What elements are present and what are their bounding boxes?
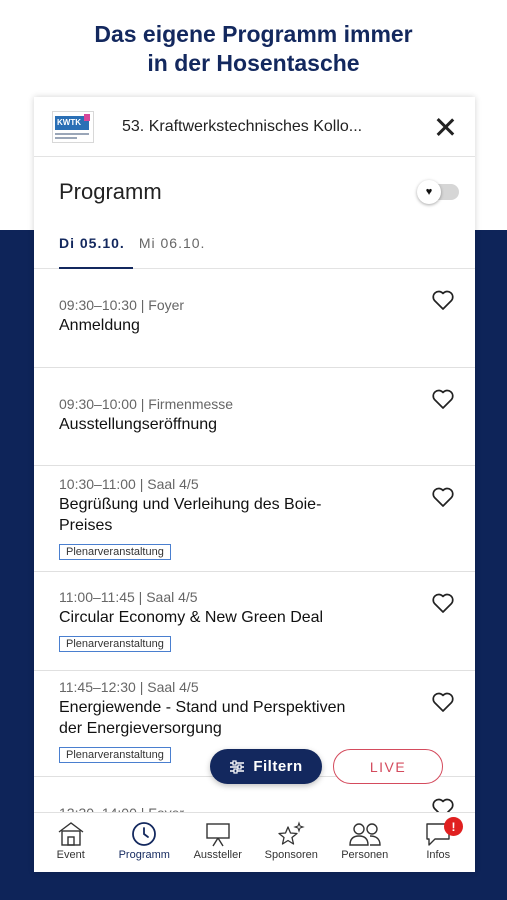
bottom-navigation: Event Programm Aussteller Sponsoren Pers… <box>34 812 475 872</box>
nav-item-infos[interactable]: ! Infos <box>402 813 476 872</box>
tab-day-1[interactable]: Di 05.10. <box>59 227 133 269</box>
heart-icon[interactable] <box>431 486 455 508</box>
live-button[interactable]: LIVE <box>333 749 443 784</box>
sliders-icon <box>230 759 245 774</box>
nav-label: Infos <box>426 849 451 861</box>
session-type-badge: Plenarveranstaltung <box>59 636 171 652</box>
heart-icon[interactable] <box>431 691 455 713</box>
notification-badge: ! <box>444 817 463 836</box>
session-title: Circular Economy & New Green Deal <box>59 609 324 626</box>
promo-headline: Das eigene Programm immer in der Hosenta… <box>0 20 507 78</box>
stars-icon <box>278 821 305 845</box>
list-item[interactable]: 09:30–10:00 | Firmenmesse Ausstellungser… <box>34 368 475 466</box>
session-title: Ausstellungseröffnung <box>59 416 218 433</box>
session-title: Energiewende - Stand und Perspektiven de… <box>59 699 346 737</box>
nav-label: Personen <box>341 849 389 861</box>
list-item[interactable]: 11:00–11:45 | Saal 4/5 Circular Economy … <box>34 572 475 671</box>
presentation-board-icon <box>206 823 230 847</box>
session-type-badge: Plenarveranstaltung <box>59 747 171 763</box>
nav-label: Aussteller <box>193 849 242 861</box>
nav-label: Sponsoren <box>264 849 318 861</box>
nav-label: Event <box>56 849 85 861</box>
filter-button[interactable]: Filtern <box>210 749 322 784</box>
clock-icon <box>132 822 157 846</box>
heart-icon: ♥ <box>417 180 441 204</box>
app-header: KWTK 53. Kraftwerkstechnisches Kollo... <box>34 97 475 157</box>
heart-icon[interactable] <box>431 289 455 311</box>
tab-day-2[interactable]: Mi 06.10. <box>139 227 206 268</box>
people-icon <box>349 823 381 846</box>
filter-label: Filtern <box>253 758 303 775</box>
list-item[interactable]: 09:30–10:30 | Foyer Anmeldung <box>34 269 475 368</box>
nav-item-event[interactable]: Event <box>34 813 108 872</box>
heart-icon[interactable] <box>431 388 455 410</box>
headline-line-2: in der Hosentasche <box>147 50 360 76</box>
nav-label: Programm <box>118 849 170 861</box>
nav-item-aussteller[interactable]: Aussteller <box>181 813 255 872</box>
session-meta: 10:30–11:00 | Saal 4/5 <box>59 476 199 492</box>
page-title: Programm <box>59 179 162 204</box>
day-tabs: Di 05.10. Mi 06.10. <box>34 227 475 269</box>
nav-item-sponsoren[interactable]: Sponsoren <box>255 813 329 872</box>
conference-title: 53. Kraftwerkstechnisches Kollo... <box>122 117 363 135</box>
heart-icon[interactable] <box>431 592 455 614</box>
favorites-toggle[interactable]: ♥ <box>417 180 459 204</box>
session-type-badge: Plenarveranstaltung <box>59 544 171 560</box>
headline-line-1: Das eigene Programm immer <box>94 21 413 47</box>
session-title: Begrüßung und Verleihung des Boie-Preise… <box>59 496 322 534</box>
app-screen: KWTK 53. Kraftwerkstechnisches Kollo... … <box>34 97 475 872</box>
kwtk-logo: KWTK <box>52 110 94 143</box>
close-icon[interactable] <box>433 115 457 139</box>
session-title: Anmeldung <box>59 317 140 334</box>
session-meta: 09:30–10:30 | Foyer <box>59 297 185 313</box>
session-meta: 11:00–11:45 | Saal 4/5 <box>59 589 198 605</box>
program-header: Programm ♥ <box>34 157 475 227</box>
session-meta: 11:45–12:30 | Saal 4/5 <box>59 679 199 695</box>
live-label: LIVE <box>369 758 407 775</box>
nav-item-personen[interactable]: Personen <box>328 813 402 872</box>
list-item[interactable]: 10:30–11:00 | Saal 4/5 Begrüßung und Ver… <box>34 466 475 572</box>
building-icon <box>58 822 84 846</box>
session-meta: 09:30–10:00 | Firmenmesse <box>59 396 234 412</box>
nav-item-programm[interactable]: Programm <box>108 813 182 872</box>
